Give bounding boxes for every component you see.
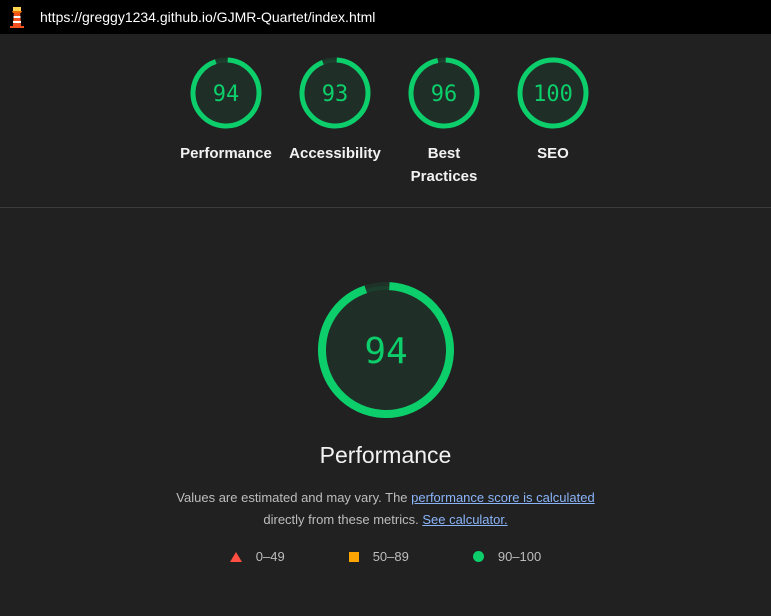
legend-average-label: 50–89 (372, 549, 409, 564)
page-url[interactable]: https://greggy1234.github.io/GJMR-Quarte… (40, 9, 375, 25)
circle-icon (472, 551, 484, 562)
gauge-seo-score: 100 (533, 82, 573, 107)
address-bar: https://greggy1234.github.io/GJMR-Quarte… (0, 0, 771, 34)
gauge-accessibility-score: 93 (322, 82, 349, 107)
gauge-best-practices-ring: 96 (408, 57, 480, 129)
performance-title: Performance (319, 442, 452, 468)
gauge-performance[interactable]: 94 Performance (171, 56, 281, 165)
score-legend: 0–49 50–89 90–100 (0, 549, 771, 564)
category-gauges: 94 Performance 93 Accessibility 96 Best … (0, 34, 771, 208)
desc-text-2: directly from these metrics. (263, 512, 419, 527)
legend-pass-label: 90–100 (497, 549, 542, 564)
legend-fail: 0–49 (229, 549, 285, 564)
lighthouse-icon (10, 7, 24, 28)
gauge-best-practices-score: 96 (431, 82, 458, 107)
legend-pass: 90–100 (472, 549, 542, 564)
gauge-best-practices-label: Best Practices (410, 145, 478, 185)
see-calculator-link[interactable]: See calculator. (422, 512, 507, 527)
performance-score-link[interactable]: performance score is calculated (411, 490, 595, 505)
gauge-best-practices[interactable]: 96 Best Practices (389, 56, 499, 188)
gauge-performance-score: 94 (213, 82, 240, 107)
gauge-performance-label: Performance (180, 145, 272, 162)
performance-section: 94 Performance Values are estimated and … (0, 208, 771, 564)
legend-average: 50–89 (348, 549, 409, 564)
gauge-seo-ring: 100 (517, 57, 589, 129)
performance-gauge-score: 94 (364, 331, 407, 372)
gauge-seo[interactable]: 100 SEO (498, 56, 608, 165)
gauge-seo-label: SEO (537, 145, 569, 162)
square-icon (348, 551, 359, 562)
performance-gauge: 94 (317, 282, 454, 418)
performance-description: Values are estimated and may vary. The p… (146, 487, 626, 531)
gauge-accessibility-ring: 93 (299, 57, 371, 129)
legend-fail-label: 0–49 (255, 549, 285, 564)
triangle-icon (229, 551, 242, 562)
desc-text-1: Values are estimated and may vary. The (176, 490, 408, 505)
gauge-performance-ring: 94 (190, 57, 262, 129)
gauge-accessibility[interactable]: 93 Accessibility (280, 56, 390, 165)
gauge-accessibility-label: Accessibility (289, 145, 381, 162)
